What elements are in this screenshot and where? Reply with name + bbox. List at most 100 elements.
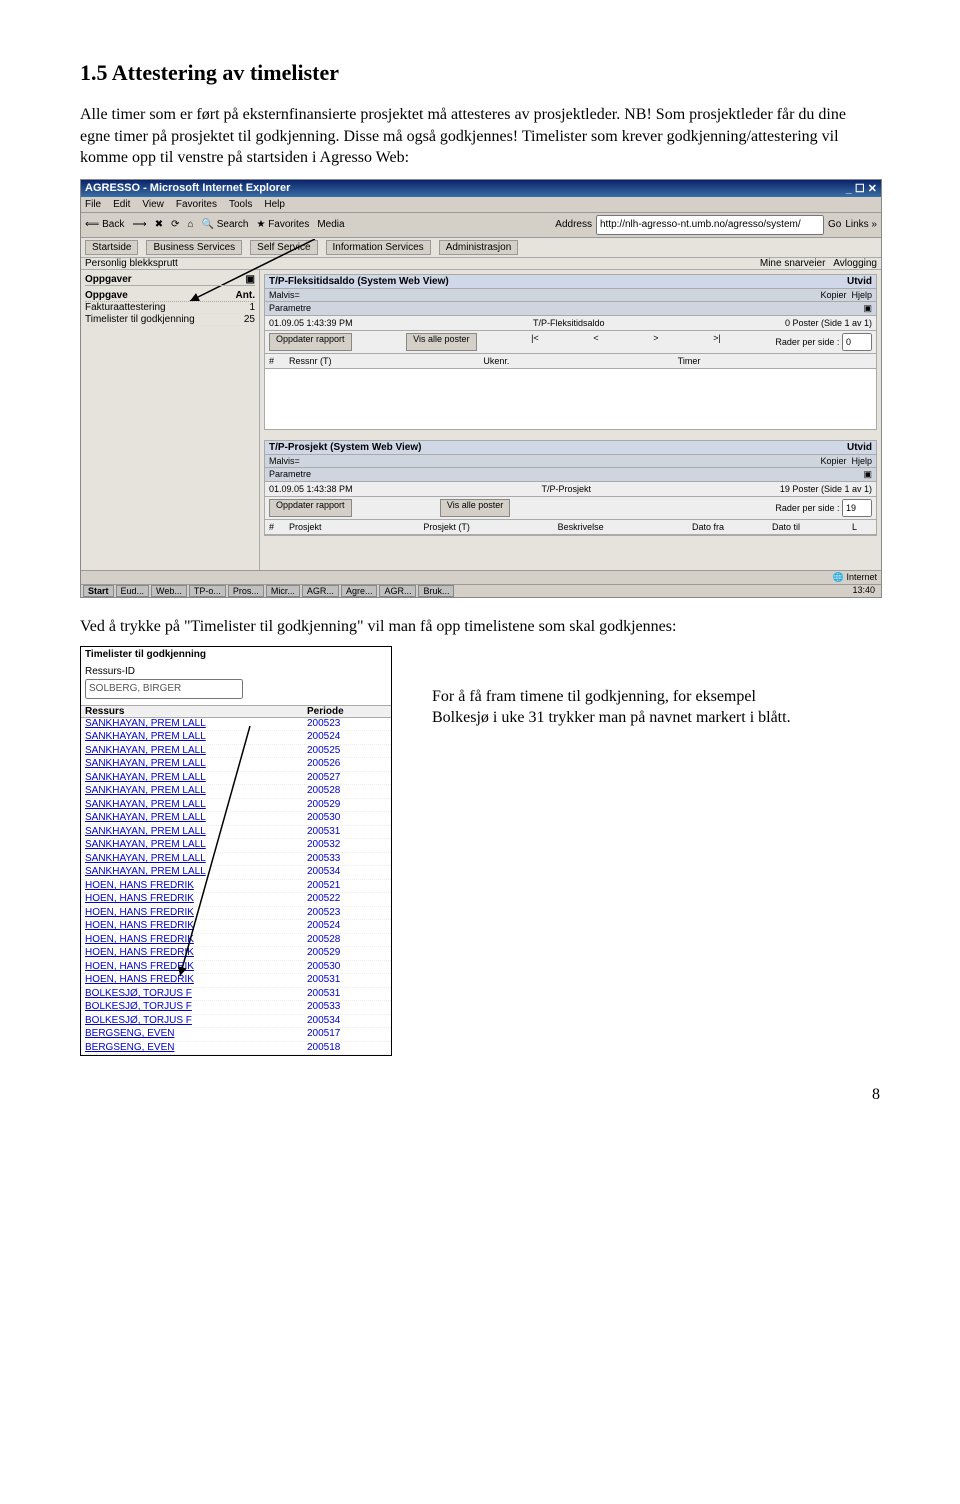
list-item[interactable]: SANKHAYAN, PREM LALL200532 — [81, 839, 391, 853]
list-item[interactable]: BERGSENG, EVEN200517 — [81, 1028, 391, 1042]
list-item[interactable]: HOEN, HANS FREDRIK200530 — [81, 961, 391, 975]
search-button[interactable]: 🔍 Search — [202, 219, 249, 230]
list-item[interactable]: BOLKESJØ, TORJUS F200534 — [81, 1015, 391, 1029]
list-item[interactable]: HOEN, HANS FREDRIK200523 — [81, 907, 391, 921]
taskbar-item[interactable]: Web... — [151, 585, 187, 597]
ressurs-link[interactable]: SANKHAYAN, PREM LALL — [85, 758, 307, 771]
nav-next-icon[interactable]: > — [653, 333, 658, 351]
taskbar-item[interactable]: Agre... — [341, 585, 378, 597]
list-item[interactable]: HOEN, HANS FREDRIK200531 — [81, 974, 391, 988]
ressurs-link[interactable]: BOLKESJØ, TORJUS F — [85, 988, 307, 1001]
menu-edit[interactable]: Edit — [113, 199, 130, 210]
nav-first-icon[interactable]: |< — [531, 333, 539, 351]
mine-snarveier[interactable]: Mine snarveier — [760, 258, 826, 269]
menu-view[interactable]: View — [142, 199, 164, 210]
list-item[interactable]: SANKHAYAN, PREM LALL200533 — [81, 853, 391, 867]
fwd-button[interactable]: ⟶ — [132, 219, 146, 230]
list-item[interactable]: BOLKESJØ, TORJUS F200531 — [81, 988, 391, 1002]
address-bar[interactable]: Address Go Links » — [555, 215, 877, 235]
list-item[interactable]: SANKHAYAN, PREM LALL200523 — [81, 718, 391, 732]
list-item[interactable]: SANKHAYAN, PREM LALL200534 — [81, 866, 391, 880]
start-button[interactable]: Start — [83, 585, 114, 597]
media-button[interactable]: Media — [317, 219, 344, 230]
nav-prev-icon[interactable]: < — [593, 333, 598, 351]
taskbar-item[interactable]: Bruk... — [418, 585, 454, 597]
favorites-button[interactable]: ★ Favorites — [256, 219, 309, 230]
ressurs-link[interactable]: BERGSENG, EVEN — [85, 1042, 307, 1055]
hjelp-link[interactable]: Hjelp — [851, 456, 872, 466]
oppdater-rapport-button[interactable]: Oppdater rapport — [269, 333, 352, 351]
list-item[interactable]: HOEN, HANS FREDRIK200528 — [81, 934, 391, 948]
taskbar-item[interactable]: TP-o... — [189, 585, 226, 597]
taskbar-item[interactable]: Pros... — [228, 585, 264, 597]
ressurs-link[interactable]: SANKHAYAN, PREM LALL — [85, 812, 307, 825]
kopier-link[interactable]: Kopier — [820, 290, 846, 300]
list-item[interactable]: SANKHAYAN, PREM LALL200529 — [81, 799, 391, 813]
ressurs-link[interactable]: SANKHAYAN, PREM LALL — [85, 866, 307, 879]
ressurs-link[interactable]: SANKHAYAN, PREM LALL — [85, 718, 307, 731]
list-item[interactable]: SANKHAYAN, PREM LALL200525 — [81, 745, 391, 759]
tab-self-service[interactable]: Self Service — [250, 240, 317, 255]
rader-input[interactable] — [842, 499, 872, 517]
windows-taskbar[interactable]: Start Eud... Web... TP-o... Pros... Micr… — [81, 584, 881, 597]
tab-startside[interactable]: Startside — [85, 240, 138, 255]
ressurs-link[interactable]: HOEN, HANS FREDRIK — [85, 907, 307, 920]
list-item[interactable]: BOLKESJØ, TORJUS F200533 — [81, 1001, 391, 1015]
vis-alle-poster-button[interactable]: Vis alle poster — [406, 333, 476, 351]
go-button[interactable]: Go — [828, 219, 841, 230]
menu-file[interactable]: File — [85, 199, 101, 210]
hjelp-link[interactable]: Hjelp — [851, 290, 872, 300]
collapse-icon[interactable]: ▣ — [863, 303, 872, 314]
ressurs-link[interactable]: HOEN, HANS FREDRIK — [85, 961, 307, 974]
tab-business-services[interactable]: Business Services — [146, 240, 242, 255]
menu-help[interactable]: Help — [264, 199, 285, 210]
vis-alle-poster-button[interactable]: Vis alle poster — [440, 499, 510, 517]
ressurs-link[interactable]: HOEN, HANS FREDRIK — [85, 893, 307, 906]
oppdater-rapport-button[interactable]: Oppdater rapport — [269, 499, 352, 517]
list-item[interactable]: HOEN, HANS FREDRIK200524 — [81, 920, 391, 934]
list-item[interactable]: SANKHAYAN, PREM LALL200524 — [81, 731, 391, 745]
links-label[interactable]: Links » — [845, 219, 877, 230]
taskbar-item[interactable]: AGR... — [302, 585, 339, 597]
ressurs-link[interactable]: SANKHAYAN, PREM LALL — [85, 799, 307, 812]
ressurs-link[interactable]: BOLKESJØ, TORJUS F — [85, 1001, 307, 1014]
ressurs-id-input[interactable] — [85, 679, 243, 699]
ressurs-link[interactable]: SANKHAYAN, PREM LALL — [85, 826, 307, 839]
ressurs-link[interactable]: SANKHAYAN, PREM LALL — [85, 731, 307, 744]
kopier-link[interactable]: Kopier — [820, 456, 846, 466]
agresso-tabs[interactable]: Startside Business Services Self Service… — [81, 238, 881, 258]
back-button[interactable]: ⟸ Back — [85, 219, 124, 230]
list-item[interactable]: SANKHAYAN, PREM LALL200531 — [81, 826, 391, 840]
ressurs-link[interactable]: SANKHAYAN, PREM LALL — [85, 853, 307, 866]
ressurs-link[interactable]: SANKHAYAN, PREM LALL — [85, 745, 307, 758]
tab-information-services[interactable]: Information Services — [326, 240, 431, 255]
ressurs-link[interactable]: SANKHAYAN, PREM LALL — [85, 772, 307, 785]
nav-last-icon[interactable]: >| — [713, 333, 721, 351]
menu-bar[interactable]: File Edit View Favorites Tools Help — [81, 197, 881, 213]
browser-toolbar[interactable]: ⟸ Back ⟶ ✖ ⟳ ⌂ 🔍 Search ★ Favorites Medi… — [81, 213, 881, 238]
utvid-link[interactable]: Utvid — [847, 276, 872, 287]
list-item[interactable]: HOEN, HANS FREDRIK200529 — [81, 947, 391, 961]
ressurs-link[interactable]: BOLKESJØ, TORJUS F — [85, 1015, 307, 1028]
collapse-icon[interactable]: ▣ — [863, 469, 872, 480]
ressurs-link[interactable]: HOEN, HANS FREDRIK — [85, 920, 307, 933]
utvid-link[interactable]: Utvid — [847, 442, 872, 453]
tab-administrasjon[interactable]: Administrasjon — [439, 240, 519, 255]
collapse-icon[interactable]: ▣ — [246, 274, 255, 285]
ressurs-link[interactable]: SANKHAYAN, PREM LALL — [85, 839, 307, 852]
window-controls[interactable]: _ ☐ ✕ — [846, 182, 877, 195]
taskbar-item[interactable]: Eud... — [116, 585, 150, 597]
avlogging-link[interactable]: Avlogging — [833, 258, 877, 269]
task-fakturaattestering[interactable]: Fakturaattestering 1 — [85, 302, 255, 314]
ressurs-link[interactable]: BERGSENG, EVEN — [85, 1028, 307, 1041]
menu-favorites[interactable]: Favorites — [176, 199, 217, 210]
ressurs-link[interactable]: HOEN, HANS FREDRIK — [85, 974, 307, 987]
task-timelister-til-godkjenning[interactable]: Timelister til godkjenning 25 — [85, 314, 255, 326]
taskbar-item[interactable]: AGR... — [379, 585, 416, 597]
list-item[interactable]: SANKHAYAN, PREM LALL200526 — [81, 758, 391, 772]
stop-button[interactable]: ✖ — [155, 219, 163, 230]
address-input[interactable] — [596, 215, 824, 235]
taskbar-item[interactable]: Micr... — [266, 585, 300, 597]
list-item[interactable]: SANKHAYAN, PREM LALL200527 — [81, 772, 391, 786]
ressurs-link[interactable]: SANKHAYAN, PREM LALL — [85, 785, 307, 798]
